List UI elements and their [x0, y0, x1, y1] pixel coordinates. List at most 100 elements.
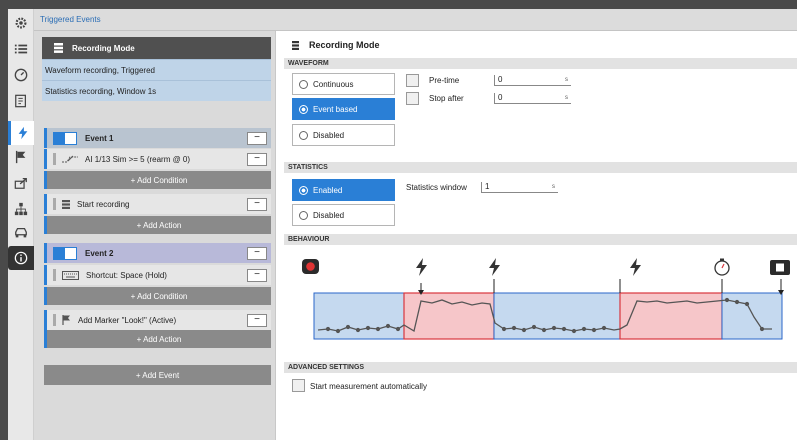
drag-handle[interactable] — [53, 153, 56, 165]
stop-icon — [770, 260, 790, 275]
lightning-icon — [630, 258, 641, 276]
database-icon — [292, 40, 299, 50]
waveform-continuous-option[interactable]: Continuous — [292, 73, 395, 95]
pretime-checkbox[interactable] — [406, 74, 419, 87]
event-2-action-remove-button[interactable]: − — [247, 313, 267, 327]
event-2-remove-button[interactable]: − — [247, 246, 267, 260]
radio-icon — [299, 130, 308, 140]
waveform-section-header: WAVEFORM — [284, 58, 797, 69]
option-label: Enabled — [313, 185, 343, 195]
event-1-header[interactable]: Event 1 − — [44, 128, 271, 148]
mode-statistics-summary[interactable]: Statistics recording, Window 1s — [42, 80, 271, 101]
flag-icon — [62, 315, 71, 325]
gauge-icon[interactable] — [8, 63, 34, 87]
waveform-disabled-option[interactable]: Disabled — [292, 124, 395, 146]
info-icon[interactable] — [8, 246, 34, 270]
event-2-condition-row[interactable]: Shortcut: Space (Hold) − — [44, 265, 271, 285]
event-2-action-row[interactable]: Add Marker "Look!" (Active) − — [44, 310, 271, 330]
start-automatically-checkbox[interactable] — [292, 379, 305, 392]
radio-icon — [299, 185, 308, 195]
option-label: Continuous — [313, 79, 354, 89]
stopafter-unit: s — [565, 95, 568, 101]
event-1-action-label: Start recording — [77, 199, 130, 209]
event-2-add-condition-button[interactable]: + Add Condition — [44, 287, 271, 305]
list-icon[interactable] — [8, 37, 34, 61]
event-2-toggle[interactable] — [53, 246, 77, 260]
waveform-event-based-option[interactable]: Event based — [292, 98, 395, 120]
event-2-header[interactable]: Event 2 − — [44, 243, 271, 263]
recording-mode-title: Recording Mode — [72, 43, 135, 53]
advanced-settings-section-header: ADVANCED SETTINGS — [284, 362, 797, 373]
add-event-button[interactable]: + Add Event — [44, 365, 271, 385]
lightning-icon[interactable] — [8, 121, 34, 145]
statistics-section-header: STATISTICS — [284, 162, 797, 173]
recording-block — [619, 292, 723, 340]
pretime-input[interactable]: 0 s — [494, 75, 571, 86]
event-1-condition-label: AI 1/13 Sim >= 5 (rearm @ 0) — [85, 154, 191, 164]
pretime-unit: s — [565, 77, 568, 83]
event-1-action-row[interactable]: Start recording − — [44, 194, 271, 214]
behaviour-section-header: BEHAVIOUR — [284, 234, 797, 245]
event-1-action-remove-button[interactable]: − — [247, 197, 267, 211]
record-icon — [302, 259, 319, 274]
option-label: Disabled — [313, 130, 345, 140]
gear-icon[interactable] — [8, 11, 34, 35]
radio-icon — [299, 104, 308, 114]
stopafter-input[interactable]: 0 s — [494, 93, 571, 104]
stopafter-value: 0 — [498, 93, 503, 102]
drag-handle[interactable] — [53, 314, 56, 326]
event-2-condition-label: Shortcut: Space (Hold) — [86, 270, 167, 280]
flag-icon[interactable] — [8, 145, 34, 169]
events-panel: Recording Mode Waveform recording, Trigg… — [34, 31, 275, 440]
event-2-action-label: Add Marker "Look!" (Active) — [78, 315, 177, 325]
event-1-add-condition-button[interactable]: + Add Condition — [44, 171, 271, 189]
network-icon[interactable] — [8, 197, 34, 221]
statistics-window-block — [721, 292, 783, 340]
drag-handle[interactable] — [53, 269, 56, 281]
drag-handle[interactable] — [53, 198, 56, 210]
icon-rail — [8, 9, 34, 440]
tab-strip: Triggered Events — [34, 9, 797, 31]
statistics-enabled-option[interactable]: Enabled — [292, 179, 395, 201]
stopafter-label: Stop after — [429, 94, 464, 103]
car-icon[interactable] — [8, 221, 34, 245]
event-1-title: Event 1 — [85, 133, 114, 143]
signal-trigger-icon — [62, 155, 78, 164]
statistics-disabled-option[interactable]: Disabled — [292, 204, 395, 226]
statistics-window-label: Statistics window — [406, 183, 467, 192]
event-1-remove-button[interactable]: − — [247, 131, 267, 145]
export-icon[interactable] — [8, 171, 34, 195]
event-1-condition-remove-button[interactable]: − — [247, 152, 267, 166]
stopafter-checkbox[interactable] — [406, 92, 419, 105]
recording-mode-panel: Recording Mode WAVEFORM Continuous Event… — [275, 31, 797, 440]
event-2-add-action-button[interactable]: + Add Action — [44, 330, 271, 348]
statistics-window-unit: s — [552, 184, 555, 190]
pretime-value: 0 — [498, 75, 503, 84]
stopwatch-icon — [714, 258, 730, 276]
event-2-condition-remove-button[interactable]: − — [247, 268, 267, 282]
pretime-label: Pre-time — [429, 76, 460, 85]
recording-mode-header[interactable]: Recording Mode — [42, 37, 271, 59]
option-label: Disabled — [313, 210, 345, 220]
event-1-condition-row[interactable]: AI 1/13 Sim >= 5 (rearm @ 0) − — [44, 149, 271, 169]
statistics-window-value: 1 — [485, 182, 490, 191]
radio-icon — [299, 79, 308, 89]
report-icon[interactable] — [8, 89, 34, 113]
lightning-icon — [489, 258, 500, 276]
event-1-add-action-button[interactable]: + Add Action — [44, 216, 271, 234]
tab-triggered-events[interactable]: Triggered Events — [40, 15, 101, 24]
option-label: Event based — [313, 104, 358, 114]
panel-title-text: Recording Mode — [309, 40, 380, 50]
statistics-window-block — [313, 292, 405, 340]
database-icon — [62, 199, 70, 209]
database-icon — [54, 43, 63, 53]
behaviour-diagram — [302, 258, 790, 340]
lightning-icon — [416, 258, 427, 276]
statistics-window-input[interactable]: 1 s — [481, 182, 558, 193]
start-automatically-label: Start measurement automatically — [310, 382, 427, 391]
event-1-toggle[interactable] — [53, 131, 77, 145]
keyboard-icon — [62, 270, 79, 280]
mode-waveform-summary[interactable]: Waveform recording, Triggered — [42, 59, 271, 80]
statistics-window-block — [493, 292, 621, 340]
recording-mode-panel-title: Recording Mode — [292, 40, 380, 50]
